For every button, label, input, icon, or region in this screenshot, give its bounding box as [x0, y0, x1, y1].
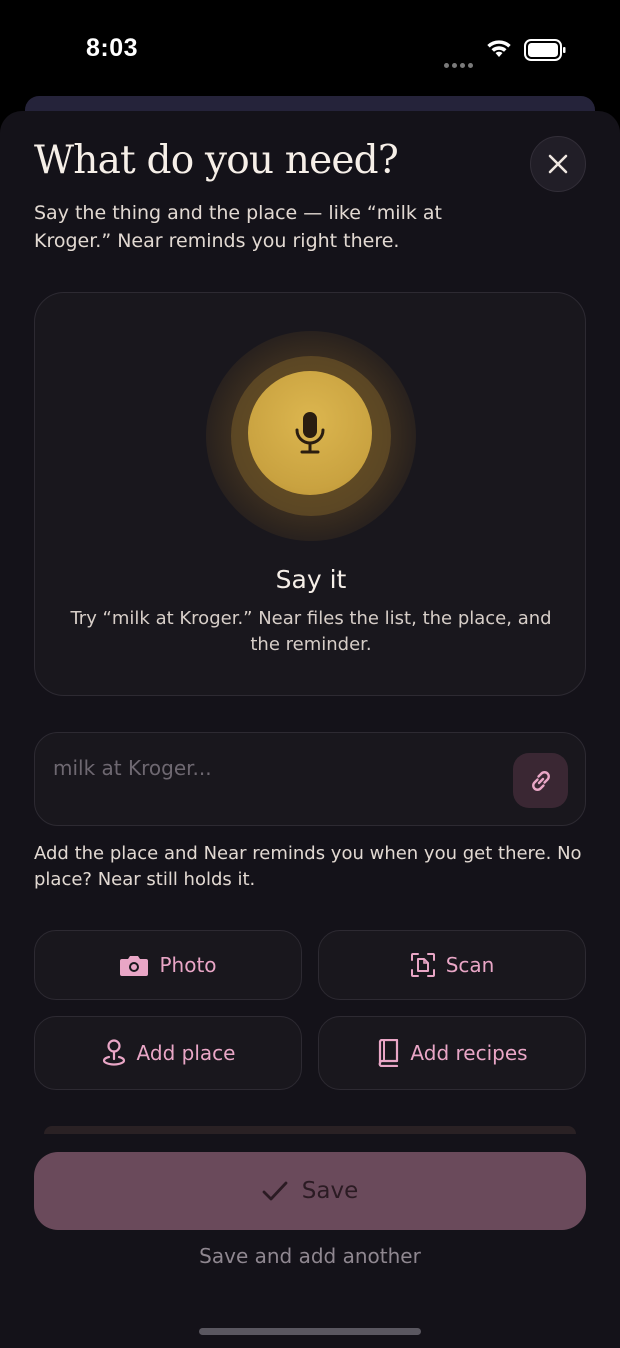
save-label: Save [301, 1178, 359, 1204]
save-button[interactable]: Save [34, 1152, 586, 1230]
cellular-signal-icon [444, 53, 476, 72]
item-input[interactable] [53, 753, 493, 783]
voice-input-card: Say it Try “milk at Kroger.” Near files … [34, 292, 586, 696]
status-bar: 8:03 [0, 0, 620, 100]
link-icon [531, 770, 550, 791]
wifi-icon [487, 40, 511, 57]
section-divider [44, 1126, 576, 1134]
helper-text: Add the place and Near reminds you when … [34, 843, 582, 890]
camera-icon [120, 956, 149, 976]
add-recipes-button[interactable]: Add recipes [318, 1016, 586, 1090]
scan-document-icon [410, 953, 435, 977]
photo-label: Photo [159, 953, 217, 977]
checkmark-icon [262, 1181, 288, 1201]
item-text-field [34, 732, 586, 826]
home-indicator [199, 1328, 421, 1335]
photo-button[interactable]: Photo [34, 930, 302, 1000]
close-button[interactable] [530, 136, 586, 192]
battery-icon [524, 39, 566, 61]
close-icon [548, 154, 568, 174]
save-and-add-another-button[interactable]: Save and add another [0, 1244, 620, 1268]
voice-title: Say it [275, 565, 347, 594]
scan-button[interactable]: Scan [318, 930, 586, 1000]
page-title: What do you need? [34, 138, 399, 183]
link-button[interactable] [513, 753, 568, 808]
voice-hint: Try “milk at Kroger.” Near files the lis… [70, 608, 552, 655]
add-place-label: Add place [136, 1041, 236, 1065]
scan-label: Scan [445, 953, 495, 977]
book-icon [379, 1039, 399, 1067]
microphone-icon [295, 412, 325, 454]
add-recipes-label: Add recipes [410, 1041, 528, 1065]
mic-button[interactable] [248, 371, 372, 495]
map-pin-icon [102, 1039, 125, 1066]
page-subtitle: Say the thing and the place — like “milk… [34, 202, 442, 252]
add-place-button[interactable]: Add place [34, 1016, 302, 1090]
status-time: 8:03 [86, 34, 139, 62]
